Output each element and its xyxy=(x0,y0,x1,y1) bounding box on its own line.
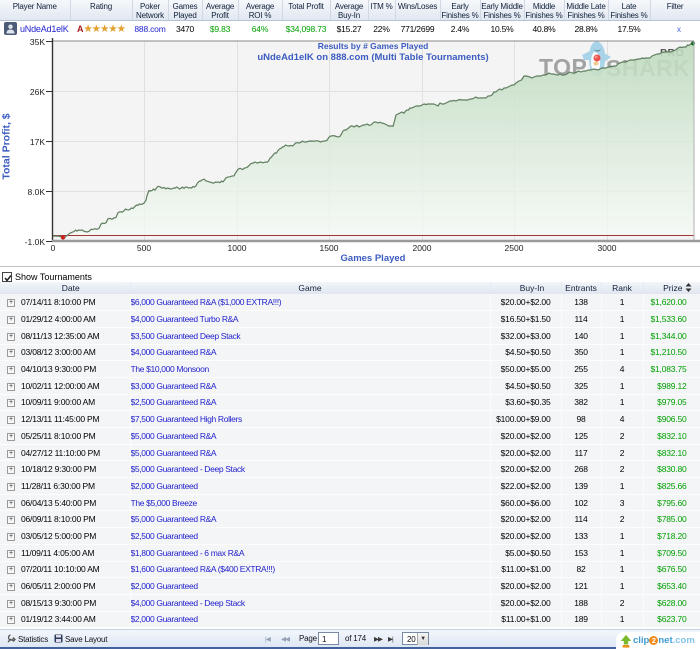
svg-text:Total Profit, $: Total Profit, $ xyxy=(1,113,13,179)
svg-text:uNdeAd1elK on 888.com (Multi T: uNdeAd1elK on 888.com (Multi Table Tourn… xyxy=(257,52,488,63)
svg-text:0: 0 xyxy=(51,243,56,253)
svg-text:3000: 3000 xyxy=(598,243,617,253)
svg-text:35K: 35K xyxy=(30,37,45,47)
svg-text:-1.0K: -1.0K xyxy=(25,237,46,247)
svg-text:500: 500 xyxy=(137,243,151,253)
svg-text:1000: 1000 xyxy=(228,243,247,253)
svg-text:2000: 2000 xyxy=(413,243,432,253)
svg-text:2500: 2500 xyxy=(505,243,524,253)
svg-text:26K: 26K xyxy=(30,87,45,97)
svg-text:1500: 1500 xyxy=(320,243,339,253)
svg-text:8.0K: 8.0K xyxy=(28,187,46,197)
svg-text:Results by # Games Played: Results by # Games Played xyxy=(318,41,429,51)
svg-text:17K: 17K xyxy=(30,137,45,147)
svg-text:Games Played: Games Played xyxy=(341,253,406,264)
